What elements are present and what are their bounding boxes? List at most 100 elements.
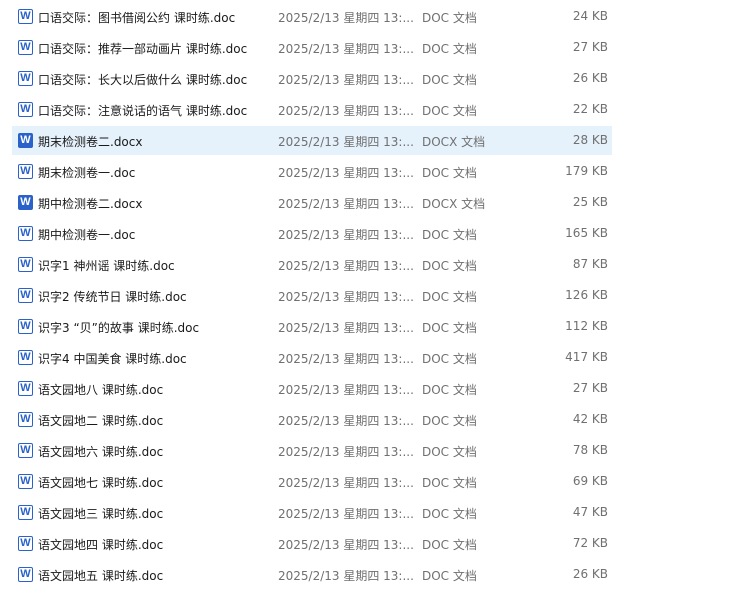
word-doc-icon: W bbox=[18, 257, 33, 272]
file-row[interactable]: W 期中检测卷二.docx 2025/2/13 星期四 13:... DOCX 文档 2… bbox=[12, 188, 612, 217]
file-row[interactable]: W 语文园地七 课时练.doc 2025/2/13 星期四 13:... DOC 文档… bbox=[12, 467, 612, 496]
file-type: DOC 文档 bbox=[422, 73, 477, 87]
word-docx-icon: W bbox=[18, 195, 33, 210]
word-doc-icon: W bbox=[18, 567, 33, 582]
word-doc-icon: W bbox=[18, 505, 33, 520]
file-date-modified: 2025/2/13 星期四 13:... bbox=[278, 166, 414, 180]
file-row[interactable]: W 语文园地三 课时练.doc 2025/2/13 星期四 13:... DOC 文档… bbox=[12, 498, 612, 527]
file-date-modified: 2025/2/13 星期四 13:... bbox=[278, 259, 414, 273]
file-type: DOC 文档 bbox=[422, 383, 477, 397]
file-name: 口语交际：图书借阅公约 课时练.doc bbox=[38, 11, 236, 25]
file-name: 识字2 传统节日 课时练.doc bbox=[38, 290, 187, 304]
file-size: 179 KB bbox=[565, 164, 608, 178]
file-name: 期末检测卷一.doc bbox=[38, 166, 136, 180]
word-doc-icon: W bbox=[18, 443, 33, 458]
word-doc-icon: W bbox=[18, 412, 33, 427]
file-date-modified: 2025/2/13 星期四 13:... bbox=[278, 104, 414, 118]
file-row[interactable]: W 期末检测卷二.docx 2025/2/13 星期四 13:... DOCX 文档 2… bbox=[12, 126, 612, 155]
file-type: DOC 文档 bbox=[422, 445, 477, 459]
file-row[interactable]: W 识字1 神州谣 课时练.doc 2025/2/13 星期四 13:... DOC … bbox=[12, 250, 612, 279]
file-size: 25 KB bbox=[572, 195, 608, 209]
file-size: 78 KB bbox=[572, 443, 608, 457]
file-date-modified: 2025/2/13 星期四 13:... bbox=[278, 321, 414, 335]
word-doc-icon: W bbox=[18, 288, 33, 303]
file-size: 42 KB bbox=[572, 412, 608, 426]
file-size: 26 KB bbox=[572, 567, 608, 581]
file-size: 126 KB bbox=[565, 288, 608, 302]
file-row[interactable]: W 语文园地八 课时练.doc 2025/2/13 星期四 13:... DOC 文档… bbox=[12, 374, 612, 403]
file-type: DOC 文档 bbox=[422, 166, 477, 180]
file-row[interactable]: W 期末检测卷一.doc 2025/2/13 星期四 13:... DOC 文档 179… bbox=[12, 157, 612, 186]
file-name: 识字1 神州谣 课时练.doc bbox=[38, 259, 175, 273]
file-name: 期中检测卷二.docx bbox=[38, 197, 143, 211]
word-doc-icon: W bbox=[18, 381, 33, 396]
word-doc-icon: W bbox=[18, 319, 33, 334]
file-row[interactable]: W 语文园地五 课时练.doc 2025/2/13 星期四 13:... DOC 文档… bbox=[12, 560, 612, 589]
file-size: 22 KB bbox=[572, 102, 608, 116]
file-name: 语文园地三 课时练.doc bbox=[38, 507, 164, 521]
file-type: DOC 文档 bbox=[422, 259, 477, 273]
word-doc-icon: W bbox=[18, 102, 33, 117]
file-type: DOC 文档 bbox=[422, 476, 477, 490]
file-date-modified: 2025/2/13 星期四 13:... bbox=[278, 414, 414, 428]
file-name: 口语交际：推荐一部动画片 课时练.doc bbox=[38, 42, 248, 56]
file-size: 87 KB bbox=[572, 257, 608, 271]
file-row[interactable]: W 语文园地六 课时练.doc 2025/2/13 星期四 13:... DOC 文档… bbox=[12, 436, 612, 465]
word-doc-icon: W bbox=[18, 40, 33, 55]
file-date-modified: 2025/2/13 星期四 13:... bbox=[278, 135, 414, 149]
file-row[interactable]: W 识字2 传统节日 课时练.doc 2025/2/13 星期四 13:... DOC… bbox=[12, 281, 612, 310]
word-doc-icon: W bbox=[18, 350, 33, 365]
file-row[interactable]: W 语文园地四 课时练.doc 2025/2/13 星期四 13:... DOC 文档… bbox=[12, 529, 612, 558]
word-doc-icon: W bbox=[18, 164, 33, 179]
file-name: 期末检测卷二.docx bbox=[38, 135, 143, 149]
file-size: 417 KB bbox=[565, 350, 608, 364]
file-date-modified: 2025/2/13 星期四 13:... bbox=[278, 197, 414, 211]
file-type: DOC 文档 bbox=[422, 290, 477, 304]
file-size: 26 KB bbox=[572, 71, 608, 85]
file-type: DOC 文档 bbox=[422, 42, 477, 56]
file-size: 165 KB bbox=[565, 226, 608, 240]
file-name: 识字4 中国美食 课时练.doc bbox=[38, 352, 187, 366]
file-date-modified: 2025/2/13 星期四 13:... bbox=[278, 476, 414, 490]
file-name: 语文园地七 课时练.doc bbox=[38, 476, 164, 490]
file-type: DOC 文档 bbox=[422, 507, 477, 521]
file-name: 口语交际：注意说话的语气 课时练.doc bbox=[38, 104, 248, 118]
file-row[interactable]: W 期中检测卷一.doc 2025/2/13 星期四 13:... DOC 文档 165… bbox=[12, 219, 612, 248]
file-size: 72 KB bbox=[572, 536, 608, 550]
word-doc-icon: W bbox=[18, 474, 33, 489]
file-type: DOC 文档 bbox=[422, 414, 477, 428]
file-type: DOC 文档 bbox=[422, 321, 477, 335]
file-row[interactable]: W 口语交际：图书借阅公约 课时练.doc 2025/2/13 星期四 13:...… bbox=[12, 2, 612, 31]
file-row[interactable]: W 口语交际：注意说话的语气 课时练.doc 2025/2/13 星期四 13:..… bbox=[12, 95, 612, 124]
file-size: 69 KB bbox=[572, 474, 608, 488]
file-date-modified: 2025/2/13 星期四 13:... bbox=[278, 538, 414, 552]
file-name: 语文园地五 课时练.doc bbox=[38, 569, 164, 583]
file-row[interactable]: W 语文园地二 课时练.doc 2025/2/13 星期四 13:... DOC 文档… bbox=[12, 405, 612, 434]
file-type: DOCX 文档 bbox=[422, 197, 486, 211]
file-type: DOC 文档 bbox=[422, 104, 477, 118]
file-row[interactable]: W 识字3 “贝”的故事 课时练.doc 2025/2/13 星期四 13:... D… bbox=[12, 312, 612, 341]
file-date-modified: 2025/2/13 星期四 13:... bbox=[278, 445, 414, 459]
file-name: 语文园地六 课时练.doc bbox=[38, 445, 164, 459]
file-date-modified: 2025/2/13 星期四 13:... bbox=[278, 11, 414, 25]
file-row[interactable]: W 识字4 中国美食 课时练.doc 2025/2/13 星期四 13:... DOC… bbox=[12, 343, 612, 372]
file-type: DOC 文档 bbox=[422, 569, 477, 583]
file-row[interactable]: W 口语交际：长大以后做什么 课时练.doc 2025/2/13 星期四 13:..… bbox=[12, 64, 612, 93]
file-type: DOC 文档 bbox=[422, 11, 477, 25]
file-date-modified: 2025/2/13 星期四 13:... bbox=[278, 383, 414, 397]
file-size: 112 KB bbox=[565, 319, 608, 333]
word-doc-icon: W bbox=[18, 226, 33, 241]
file-date-modified: 2025/2/13 星期四 13:... bbox=[278, 569, 414, 583]
file-size: 47 KB bbox=[572, 505, 608, 519]
word-doc-icon: W bbox=[18, 9, 33, 24]
word-doc-icon: W bbox=[18, 536, 33, 551]
file-type: DOC 文档 bbox=[422, 352, 477, 366]
file-name: 期中检测卷一.doc bbox=[38, 228, 136, 242]
file-date-modified: 2025/2/13 星期四 13:... bbox=[278, 228, 414, 242]
file-name: 识字3 “贝”的故事 课时练.doc bbox=[38, 321, 200, 335]
file-size: 24 KB bbox=[572, 9, 608, 23]
file-date-modified: 2025/2/13 星期四 13:... bbox=[278, 290, 414, 304]
file-date-modified: 2025/2/13 星期四 13:... bbox=[278, 507, 414, 521]
file-row[interactable]: W 口语交际：推荐一部动画片 课时练.doc 2025/2/13 星期四 13:..… bbox=[12, 33, 612, 62]
word-docx-icon: W bbox=[18, 133, 33, 148]
